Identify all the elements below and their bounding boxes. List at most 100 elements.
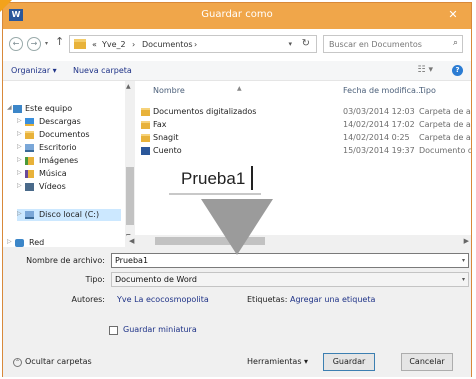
navigation-pane-scrollbar[interactable]: ▲ ▼ bbox=[125, 81, 135, 247]
back-button[interactable]: ← bbox=[9, 37, 23, 51]
type-dropdown-chevron-icon[interactable]: ▾ bbox=[462, 276, 465, 283]
hide-folders-button[interactable]: ⌃ Ocultar carpetas bbox=[13, 357, 92, 367]
new-folder-button[interactable]: Nueva carpeta bbox=[73, 66, 132, 75]
address-dropdown-chevron-icon[interactable]: ▾ bbox=[288, 40, 292, 48]
filename-field[interactable]: Prueba1 ▾ bbox=[111, 253, 469, 268]
callout-pointer-arrow bbox=[201, 199, 273, 255]
file-type: Carpeta de archivos bbox=[419, 133, 471, 142]
list-item[interactable]: Cuento 15/03/2014 19:37 Documento de Mic… bbox=[137, 146, 471, 157]
sidebar-item-label: Imágenes bbox=[39, 156, 79, 165]
file-name: Documentos digitalizados bbox=[153, 107, 257, 116]
file-name: Fax bbox=[153, 120, 167, 129]
authors-field[interactable]: Yve La ecocosmopolita bbox=[117, 295, 209, 304]
sidebar-item-label: Documentos bbox=[39, 130, 90, 139]
column-header-date[interactable]: Fecha de modifica... bbox=[343, 86, 424, 95]
file-date: 14/02/2014 17:02 bbox=[343, 120, 415, 129]
sidebar-item-label: Descargas bbox=[39, 117, 81, 126]
videos-folder-icon bbox=[25, 183, 34, 191]
expand-chevron-icon[interactable]: ▷ bbox=[17, 130, 22, 137]
collapse-up-icon: ⌃ bbox=[13, 358, 22, 367]
save-as-dialog: W Guardar como ✕ ← → ▾ ↑ « Yve_2 › Docum… bbox=[2, 2, 472, 377]
refresh-icon[interactable]: ↻ bbox=[302, 38, 310, 49]
folder-icon bbox=[141, 108, 150, 116]
disk-icon bbox=[25, 211, 34, 219]
word-doc-icon bbox=[141, 147, 150, 155]
documents-folder-icon bbox=[25, 131, 34, 139]
sidebar-item-label: Escritorio bbox=[39, 143, 77, 152]
type-select[interactable]: Documento de Word ▾ bbox=[111, 272, 469, 287]
expand-chevron-icon[interactable]: ▷ bbox=[7, 238, 12, 245]
forward-button[interactable]: → bbox=[27, 37, 41, 51]
search-icon[interactable]: ⌕ bbox=[453, 38, 458, 48]
breadcrumb-separator[interactable]: › bbox=[194, 40, 197, 49]
tags-field[interactable]: Agregar una etiqueta bbox=[290, 295, 375, 304]
sidebar-item-label: Vídeos bbox=[39, 182, 66, 191]
hide-folders-label: Ocultar carpetas bbox=[25, 357, 92, 366]
list-item[interactable]: Fax 14/02/2014 17:02 Carpeta de archivos bbox=[137, 120, 471, 131]
sidebar-item-label: Este equipo bbox=[25, 104, 73, 113]
file-name: Cuento bbox=[153, 146, 182, 155]
expand-chevron-icon[interactable]: ▷ bbox=[17, 156, 22, 163]
sort-ascending-icon: ▲ bbox=[237, 85, 242, 92]
zoom-callout: Prueba1 bbox=[169, 163, 261, 195]
expand-chevron-icon[interactable]: ▷ bbox=[17, 117, 22, 124]
expand-chevron-icon[interactable]: ▷ bbox=[17, 210, 22, 217]
list-item[interactable]: Documentos digitalizados 03/03/2014 12:0… bbox=[137, 107, 471, 118]
folder-icon bbox=[74, 39, 86, 49]
command-bar: Organizar ▾ Nueva carpeta ☷ ▾ ? bbox=[3, 61, 471, 81]
pictures-folder-icon bbox=[25, 157, 34, 165]
expand-chevron-icon[interactable]: ▷ bbox=[17, 182, 22, 189]
type-value: Documento de Word bbox=[115, 275, 197, 284]
file-list-horizontal-scrollbar[interactable]: ◀ ▶ bbox=[127, 235, 471, 247]
network-icon bbox=[15, 239, 24, 247]
filename-value: Prueba1 bbox=[115, 256, 149, 265]
scroll-right-icon[interactable]: ▶ bbox=[464, 237, 469, 245]
column-header-type[interactable]: Tipo bbox=[419, 86, 436, 95]
expand-chevron-icon[interactable]: ▷ bbox=[17, 143, 22, 150]
column-header-label: Nombre bbox=[153, 86, 185, 95]
authors-label: Autores: bbox=[71, 295, 105, 304]
file-date: 15/03/2014 19:37 bbox=[343, 146, 415, 155]
collapse-chevron-icon[interactable]: ◢ bbox=[7, 104, 12, 111]
scroll-left-icon[interactable]: ◀ bbox=[129, 237, 134, 245]
file-type: Documento de Microsoft Word bbox=[419, 146, 471, 155]
file-type: Carpeta de archivos bbox=[419, 107, 471, 116]
folder-icon bbox=[141, 134, 150, 142]
search-input[interactable]: Buscar en Documentos ⌕ bbox=[323, 35, 463, 53]
view-options-icon[interactable]: ☷ ▾ bbox=[418, 65, 433, 75]
close-button[interactable]: ✕ bbox=[437, 5, 469, 25]
sidebar-item-label: Disco local (C:) bbox=[39, 210, 100, 219]
title-bar: W Guardar como ✕ bbox=[3, 3, 471, 29]
scroll-up-icon[interactable]: ▲ bbox=[126, 83, 131, 90]
help-icon[interactable]: ? bbox=[452, 65, 463, 76]
expand-chevron-icon[interactable]: ▷ bbox=[17, 169, 22, 176]
list-item[interactable]: Snagit 14/02/2014 0:25 Carpeta de archiv… bbox=[137, 133, 471, 144]
breadcrumb-yve2[interactable]: Yve_2 bbox=[102, 40, 126, 49]
scrollbar-thumb[interactable] bbox=[126, 167, 134, 225]
file-name: Snagit bbox=[153, 133, 179, 142]
sidebar-item-label: Red bbox=[29, 238, 45, 247]
save-button[interactable]: Guardar bbox=[323, 353, 375, 371]
address-row: ← → ▾ ↑ « Yve_2 › Documentos › ▾ ↻ Busca… bbox=[3, 29, 471, 61]
cancel-button[interactable]: Cancelar bbox=[401, 353, 453, 371]
breadcrumb-overflow[interactable]: « bbox=[92, 40, 97, 49]
up-button[interactable]: ↑ bbox=[55, 35, 64, 48]
breadcrumb-documentos[interactable]: Documentos bbox=[142, 40, 193, 49]
text-cursor bbox=[251, 166, 253, 190]
tools-button[interactable]: Herramientas ▾ bbox=[247, 357, 308, 366]
organize-button[interactable]: Organizar ▾ bbox=[11, 66, 57, 75]
save-thumbnail-label[interactable]: Guardar miniatura bbox=[123, 325, 197, 334]
breadcrumb-separator[interactable]: › bbox=[132, 40, 135, 49]
callout-filename-text: Prueba1 bbox=[181, 169, 246, 188]
column-header-name[interactable]: Nombre ▲ bbox=[153, 85, 242, 95]
file-date: 14/02/2014 0:25 bbox=[343, 133, 410, 142]
music-folder-icon bbox=[25, 170, 34, 178]
dialog-footer: ⌃ Ocultar carpetas Herramientas ▾ Guardar… bbox=[3, 343, 471, 377]
dialog-title: Guardar como bbox=[201, 9, 273, 20]
save-thumbnail-checkbox[interactable] bbox=[109, 326, 118, 335]
recent-locations-chevron-icon[interactable]: ▾ bbox=[45, 40, 48, 47]
address-bar[interactable]: « Yve_2 › Documentos › ▾ ↻ bbox=[69, 35, 317, 53]
file-type: Carpeta de archivos bbox=[419, 120, 471, 129]
orange-corner-marker bbox=[0, 0, 12, 12]
filename-dropdown-chevron-icon[interactable]: ▾ bbox=[462, 257, 465, 264]
